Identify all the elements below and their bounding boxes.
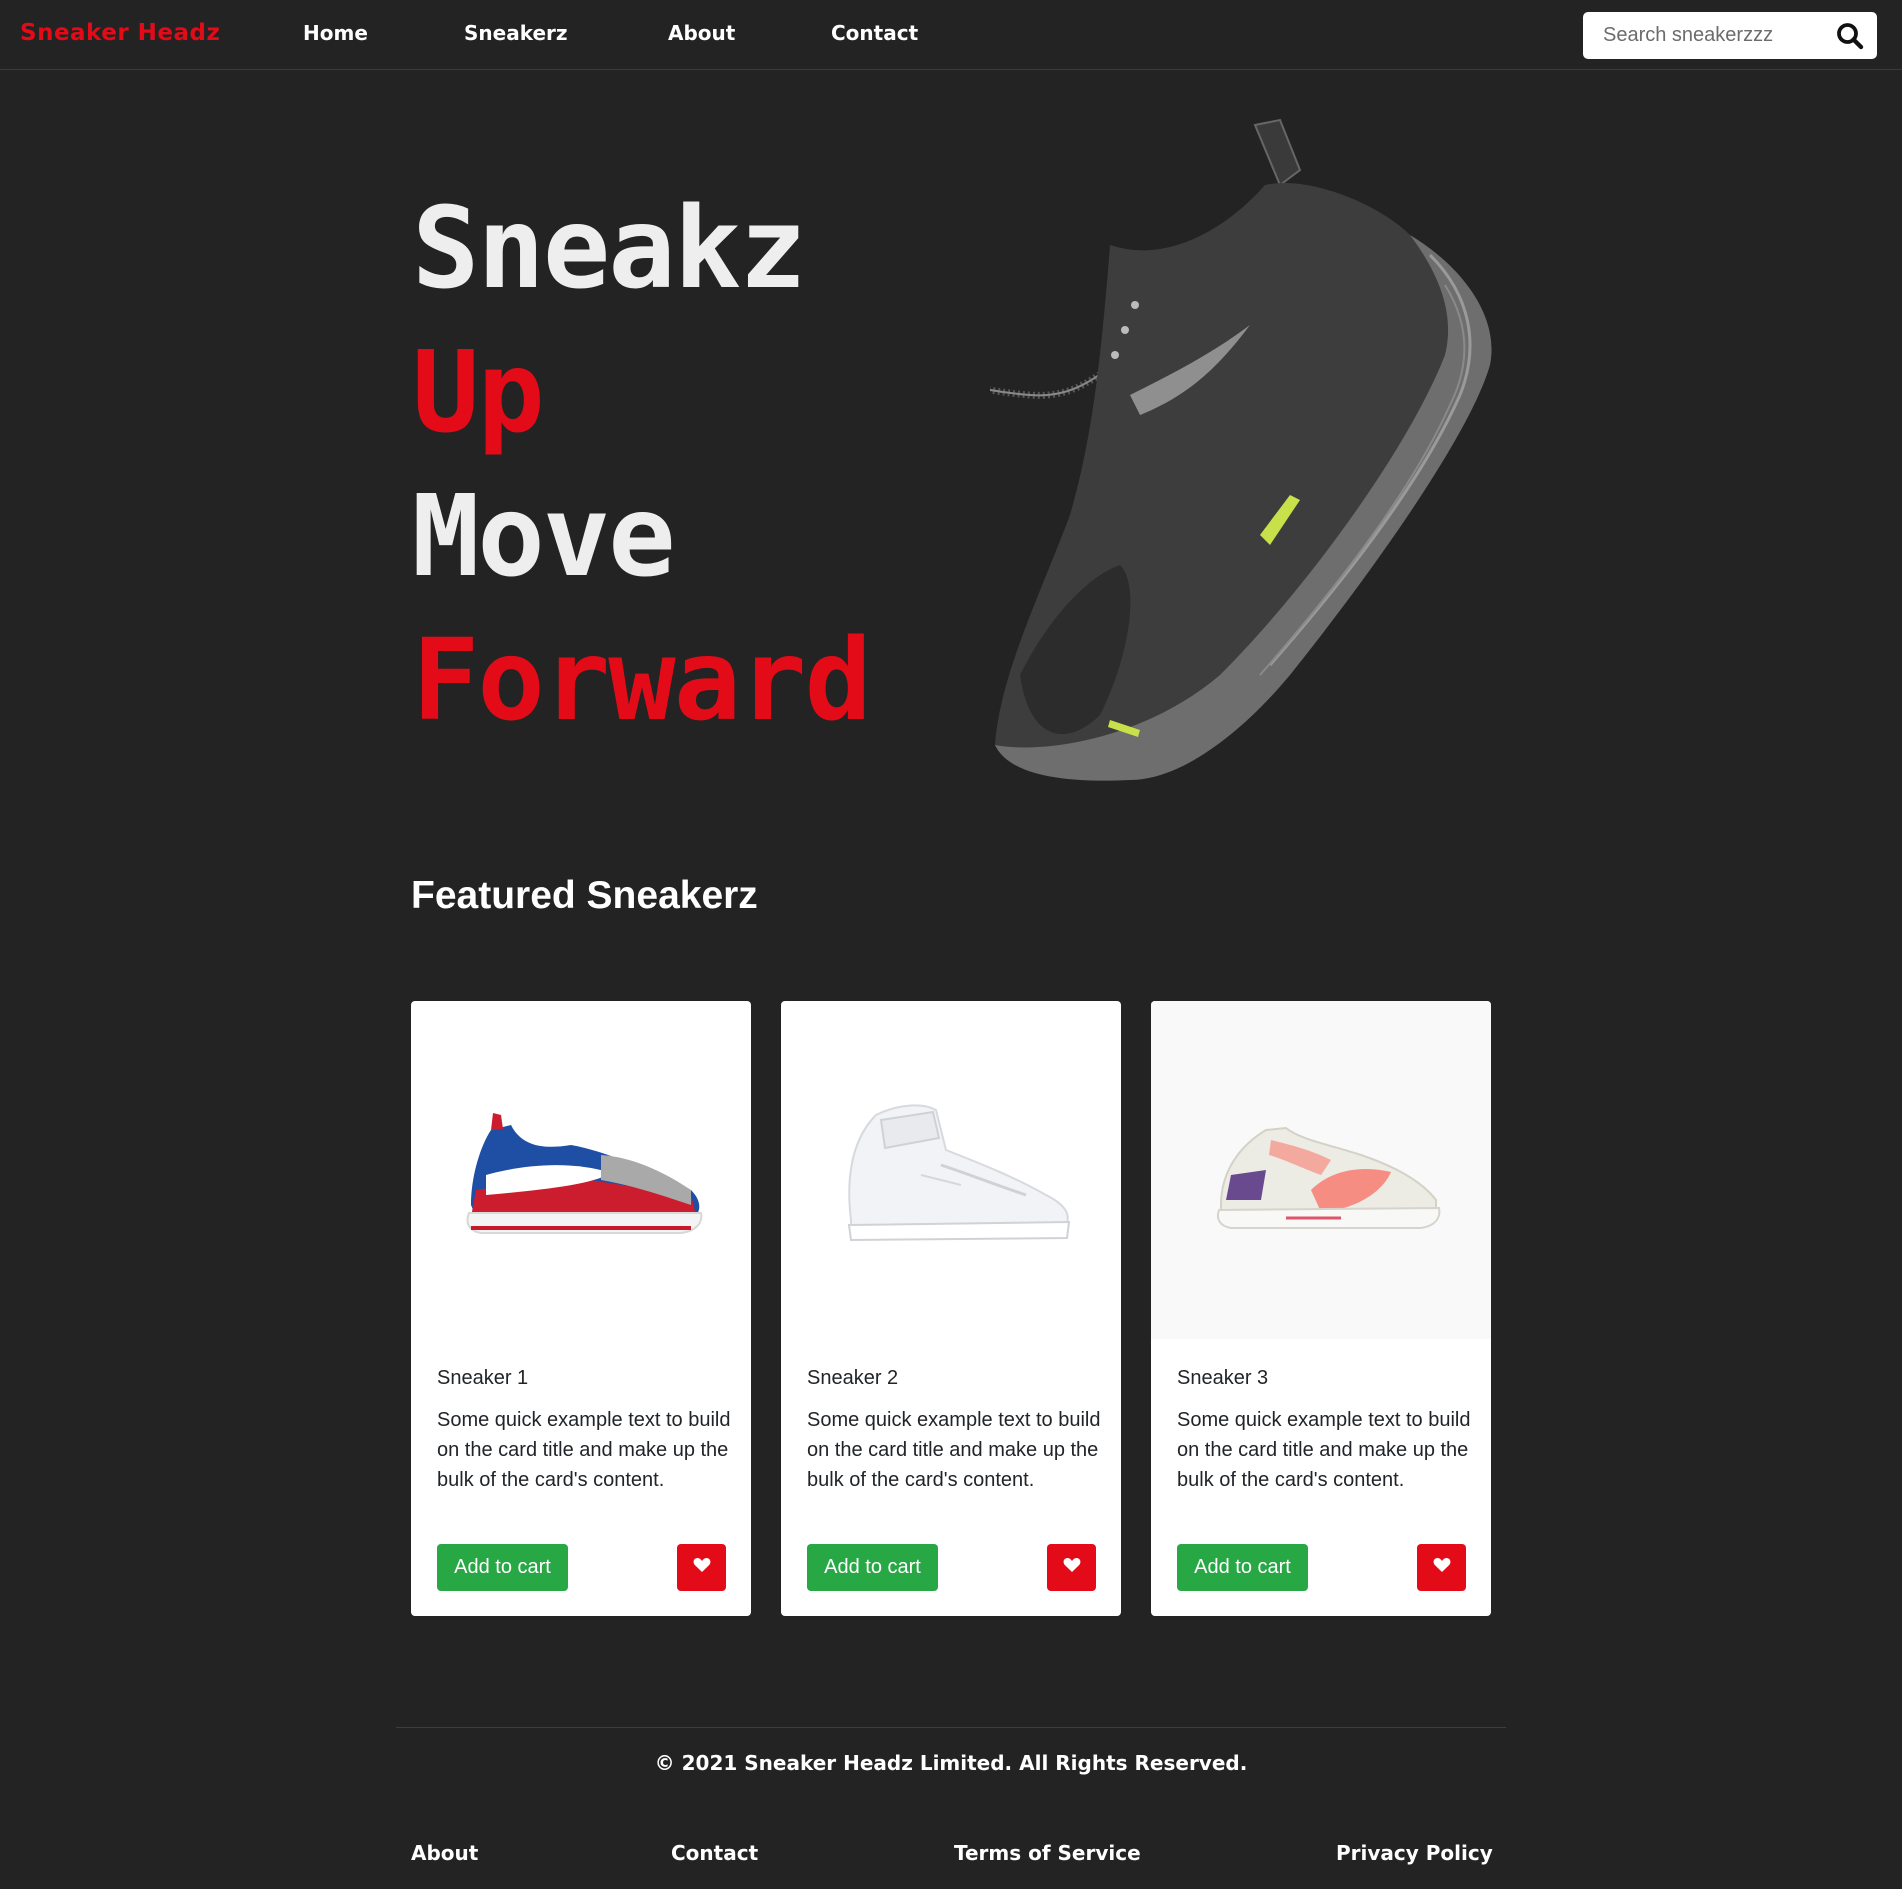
add-to-cart-button[interactable]: Add to cart bbox=[1177, 1544, 1308, 1591]
copyright-text: © 2021 Sneaker Headz Limited. All Rights… bbox=[654, 1751, 1248, 1775]
heart-icon bbox=[1433, 1557, 1451, 1578]
featured-title: Featured Sneakerz bbox=[411, 874, 758, 917]
footer-link-privacy[interactable]: Privacy Policy bbox=[1336, 1841, 1493, 1865]
hero-word-sneakz: Sneakz bbox=[412, 184, 807, 314]
card-title: Sneaker 2 bbox=[807, 1367, 899, 1389]
footer-link-terms[interactable]: Terms of Service bbox=[954, 1841, 1141, 1865]
add-to-cart-button[interactable]: Add to cart bbox=[807, 1544, 938, 1591]
footer-link-about[interactable]: About bbox=[411, 1841, 478, 1865]
nav-link-contact[interactable]: Contact bbox=[831, 21, 918, 45]
product-image[interactable] bbox=[781, 1001, 1121, 1339]
footer-link-contact[interactable]: Contact bbox=[671, 1841, 758, 1865]
product-image[interactable] bbox=[411, 1001, 751, 1339]
heart-icon bbox=[1063, 1557, 1081, 1578]
card-text: Some quick example text to build on the … bbox=[1177, 1409, 1471, 1491]
heart-icon bbox=[693, 1557, 711, 1578]
favorite-button[interactable] bbox=[1047, 1544, 1096, 1591]
hero-word-move: Move bbox=[412, 472, 676, 602]
top-navbar: Sneaker Headz Home Sneakerz About Contac… bbox=[0, 0, 1902, 70]
product-card: Sneaker 3 Some quick example text to bui… bbox=[1151, 1001, 1491, 1616]
product-card: Sneaker 2 Some quick example text to bui… bbox=[781, 1001, 1121, 1616]
nav-link-home[interactable]: Home bbox=[303, 21, 368, 45]
hero-sneaker-image bbox=[990, 118, 1492, 781]
footer-divider bbox=[396, 1727, 1506, 1728]
add-to-cart-button[interactable]: Add to cart bbox=[437, 1544, 568, 1591]
hero-word-forward: Forward bbox=[412, 616, 872, 746]
hero-word-up: Up bbox=[412, 328, 545, 458]
favorite-button[interactable] bbox=[677, 1544, 726, 1591]
search-box bbox=[1583, 12, 1877, 59]
card-text: Some quick example text to build on the … bbox=[807, 1409, 1101, 1491]
product-card: Sneaker 1 Some quick example text to bui… bbox=[411, 1001, 751, 1616]
product-image[interactable] bbox=[1151, 1001, 1491, 1339]
card-title: Sneaker 3 bbox=[1177, 1367, 1269, 1389]
search-input[interactable] bbox=[1583, 12, 1823, 59]
nav-link-about[interactable]: About bbox=[668, 21, 735, 45]
nav-link-sneakerz[interactable]: Sneakerz bbox=[464, 21, 568, 45]
search-icon[interactable] bbox=[1835, 21, 1865, 51]
brand-logo[interactable]: Sneaker Headz bbox=[20, 20, 220, 46]
favorite-button[interactable] bbox=[1417, 1544, 1466, 1591]
card-text: Some quick example text to build on the … bbox=[437, 1409, 731, 1491]
card-title: Sneaker 1 bbox=[437, 1367, 529, 1389]
